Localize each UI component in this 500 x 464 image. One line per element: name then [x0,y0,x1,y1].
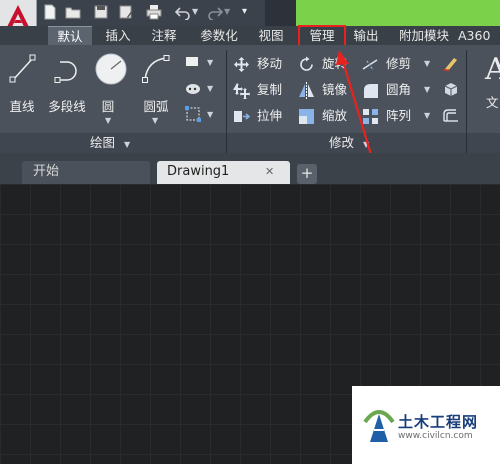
undo-icon[interactable] [175,4,191,20]
undo-dropdown-icon[interactable]: ▼ [192,7,198,16]
rectangle-icon[interactable] [184,54,202,70]
copy-label: 复制 [257,82,283,97]
move-label: 移动 [257,56,283,71]
rotate-icon [300,56,313,71]
circle-icon [95,53,127,85]
line-icon [9,54,36,83]
offset-icon[interactable] [442,107,460,123]
polyline-tool-button[interactable]: 多段线 [44,50,90,130]
start-tab-label: 开始 [33,164,60,179]
text-tool-a-glyph[interactable]: A [485,52,500,87]
tab-default[interactable]: 默认 [48,26,92,45]
arc-icon [142,55,170,83]
scale-icon [299,109,314,124]
document-tab-bar: 开始 Drawing1 ✕ + [0,153,500,184]
tab-output[interactable]: 输出 [348,26,384,45]
panel-separator [466,133,467,153]
boundary-dropdown-icon[interactable]: ▼ [207,110,213,119]
tab-view[interactable]: 视图 [252,26,290,45]
draw-panel-title[interactable]: 绘图 ▼ [90,133,130,153]
draw-panel-expand-icon: ▼ [124,140,131,149]
new-icon[interactable] [42,4,58,20]
title-bar: ▼ ▼ ▾ [0,0,500,26]
customize-dropdown-icon[interactable]: ▾ [242,6,247,17]
polyline-icon [54,61,77,83]
rectangle-dropdown-icon[interactable]: ▼ [207,58,213,67]
draw-panel-title-text: 绘图 [90,135,116,150]
line-tool-button[interactable]: 直线 [2,50,42,130]
boundary-icon[interactable] [184,106,202,122]
circle-dropdown-icon[interactable]: ▼ [105,116,111,125]
stretch-label: 拉伸 [257,108,283,123]
new-tab-button[interactable]: + [297,164,317,184]
stretch-icon [234,111,250,122]
arc-tool-button[interactable]: 圆弧 ▼ [136,50,176,130]
open-icon[interactable] [65,4,81,20]
print-icon[interactable] [146,4,162,20]
redo-icon[interactable] [207,4,223,20]
tab-a360[interactable]: A360 [458,26,500,45]
drawing1-tab-label: Drawing1 [167,164,230,179]
hatch-dropdown-icon[interactable]: ▼ [207,84,213,93]
quick-access-toolbar: ▼ ▼ ▾ [37,0,265,26]
explode-icon[interactable] [442,81,460,97]
stretch-command[interactable]: 拉伸 [233,105,295,127]
circle-tool-label: 圆 [101,99,115,114]
fillet-label: 圆角 [386,82,412,97]
trim-label: 修剪 [386,56,412,71]
text-tool-label: 文 [486,95,499,110]
tab-insert[interactable]: 插入 [98,26,138,45]
ribbon-tab-row: 默认 插入 注释 参数化 视图 管理 输出 附加模块 A360 [0,26,500,45]
copy-icon [233,83,250,99]
close-icon[interactable]: ✕ [265,161,274,183]
mirror-icon [299,82,314,99]
line-tool-label: 直线 [9,99,35,114]
tab-parametric[interactable]: 参数化 [192,26,246,45]
start-tab[interactable]: 开始 [22,161,150,184]
arc-tool-label: 圆弧 [143,99,169,114]
arc-dropdown-icon[interactable]: ▼ [152,116,158,125]
watermark: 土木工程网 www.civilcn.com [352,386,500,464]
move-command[interactable]: 移动 [233,53,295,75]
move-icon [234,57,249,72]
trim-dropdown-icon[interactable]: ▼ [424,53,430,75]
polyline-tool-label: 多段线 [48,99,86,114]
erase-icon[interactable] [442,55,460,71]
tab-annotate[interactable]: 注释 [144,26,184,45]
watermark-logo-icon [363,410,395,442]
redo-dropdown-icon[interactable]: ▼ [224,7,230,16]
hatch-icon[interactable] [184,80,202,96]
panel-separator [226,133,227,153]
drawing1-tab[interactable]: Drawing1 ✕ [157,161,290,184]
red-arrow-annotation [336,50,374,159]
array-dropdown-icon[interactable]: ▼ [424,105,430,127]
circle-tool-button[interactable]: 圆 ▼ [92,50,130,130]
copy-command[interactable]: 复制 [233,79,295,101]
save-as-icon[interactable] [118,4,134,20]
panel-title-row: 绘图 ▼ 修改 ▼ [0,133,500,153]
watermark-url: www.civilcn.com [398,431,473,441]
tab-addins[interactable]: 附加模块 [392,26,456,45]
array-label: 阵列 [386,108,412,123]
title-highlight-strip [296,0,500,26]
watermark-title: 土木工程网 [398,413,479,431]
fillet-dropdown-icon[interactable]: ▼ [424,79,430,101]
save-icon[interactable] [93,4,109,20]
